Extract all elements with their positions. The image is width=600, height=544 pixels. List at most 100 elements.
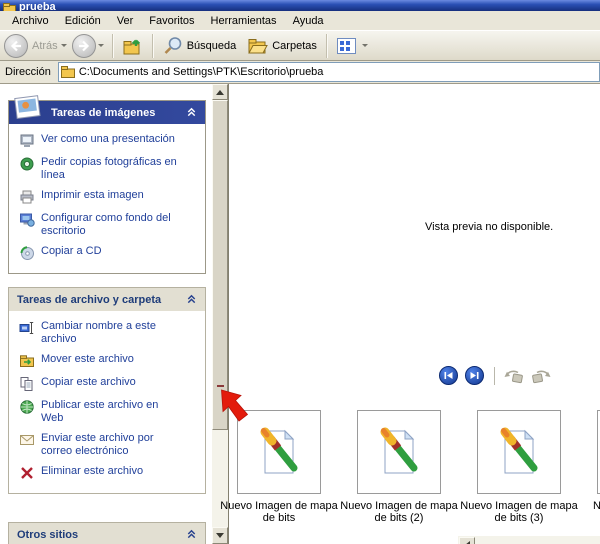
scroll-down-button[interactable] — [212, 527, 228, 544]
file-item-2[interactable]: Nuevo Imagen de mapa de bits (2) — [339, 410, 459, 524]
address-input-wrap — [57, 62, 600, 82]
task-label: Copiar a CD — [41, 245, 102, 257]
toolbar-separator — [111, 33, 114, 58]
task-label: Pedir copias fotográficas en línea — [41, 156, 177, 181]
slideshow-icon — [19, 133, 35, 149]
scrollbar-thumb[interactable] — [212, 100, 228, 430]
views-icon — [336, 37, 356, 54]
back-button[interactable] — [4, 33, 28, 58]
task-publish[interactable]: Publicar este archivo en Web — [19, 399, 201, 425]
triangle-up-icon — [216, 89, 224, 95]
preview-message: Vista previa no disponible. — [425, 221, 554, 233]
task-label: Copiar este archivo — [41, 376, 136, 388]
views-dropdown-caret[interactable] — [361, 44, 368, 47]
filmstrip-row: Nuevo Imagen de mapa de bits Nuevo Imagen… — [219, 410, 600, 524]
file-label: Nuevo Imagen de mapa de bits (2) — [340, 500, 458, 524]
address-input[interactable] — [78, 66, 599, 78]
forward-arrow-icon — [78, 40, 89, 51]
task-slideshow[interactable]: Ver como una presentación — [19, 133, 201, 149]
panel-body: Ver como una presentación Pedir copias fo… — [9, 124, 205, 273]
address-label: Dirección — [5, 66, 51, 78]
toolbar-separator — [151, 33, 154, 58]
annotation-arrow — [221, 389, 249, 422]
task-move[interactable]: Mover este archivo — [19, 353, 201, 369]
task-pane: Tareas de imágenes Ver como una presentac… — [0, 84, 212, 544]
rename-icon — [19, 320, 35, 336]
task-delete[interactable]: Eliminar este archivo — [19, 465, 201, 481]
task-photo-prints[interactable]: Pedir copias fotográficas en línea — [19, 156, 201, 182]
previous-image-button[interactable] — [439, 366, 458, 385]
publish-icon — [19, 399, 35, 415]
folders-icon — [248, 38, 269, 53]
panel-title: Tareas de imágenes — [51, 106, 156, 119]
chevron-up-icon — [186, 293, 197, 307]
rotate-counterclockwise-button[interactable] — [503, 368, 525, 384]
menu-item-edicion[interactable]: Edición — [57, 13, 109, 29]
triangle-down-icon — [216, 533, 224, 538]
file-thumbnail-box[interactable] — [357, 410, 441, 494]
panel-title: Tareas de archivo y carpeta — [17, 293, 162, 306]
file-thumbnail-box[interactable] — [477, 410, 561, 494]
bitmap-file-icon — [380, 427, 418, 474]
next-image-button[interactable] — [465, 366, 484, 385]
copy-icon — [19, 376, 35, 392]
back-arrow-icon — [10, 40, 21, 51]
toolbar-separator — [325, 33, 328, 58]
explorer-window: prueba Archivo Edición Ver Favoritos Herrami… — [0, 0, 600, 544]
task-copy[interactable]: Copiar este archivo — [19, 376, 201, 392]
panel-body: Cambiar nombre a este archivo Mover este … — [9, 311, 205, 493]
task-label: Eliminar este archivo — [41, 465, 144, 477]
menu-bar: Archivo Edición Ver Favoritos Herramientas Ay… — [0, 11, 600, 31]
window-folder-icon — [3, 3, 16, 11]
menu-item-ver[interactable]: Ver — [109, 13, 142, 29]
print-icon — [19, 189, 35, 205]
task-label: Enviar este archivo por correo electróni… — [41, 432, 154, 457]
task-print[interactable]: Imprimir esta imagen — [19, 189, 201, 205]
rotate-clockwise-button[interactable] — [530, 368, 552, 384]
window-title: prueba — [19, 1, 56, 11]
views-button[interactable] — [331, 36, 379, 56]
forward-button[interactable] — [71, 33, 96, 58]
panel-header-otros-sitios[interactable]: Otros sitios — [9, 523, 205, 544]
wallpaper-icon — [19, 212, 35, 228]
scroll-up-button[interactable] — [212, 84, 228, 100]
task-panel-tareas-de-imagenes: Tareas de imágenes Ver como una presentac… — [8, 95, 206, 274]
photo-prints-icon — [19, 156, 35, 172]
file-item-4-partial[interactable]: N — [579, 410, 600, 524]
main-region: Tareas de imágenes Ver como una presentac… — [0, 84, 600, 544]
menu-item-ayuda[interactable]: Ayuda — [285, 13, 332, 29]
panel-title: Otros sitios — [17, 528, 79, 541]
forward-dropdown-caret[interactable] — [97, 44, 104, 47]
search-icon — [164, 36, 181, 54]
next-icon — [470, 372, 479, 379]
panel-header-tareas-de-archivo-y-carpeta[interactable]: Tareas de archivo y carpeta — [9, 288, 205, 311]
scroll-left-button[interactable] — [459, 537, 475, 544]
address-bar: Dirección — [0, 61, 600, 84]
back-dropdown-caret[interactable] — [60, 44, 67, 47]
bitmap-file-icon — [500, 427, 538, 474]
search-button[interactable]: Búsqueda — [157, 34, 243, 58]
bitmap-file-icon — [260, 427, 298, 474]
task-label: Publicar este archivo en Web — [41, 399, 159, 424]
title-bar[interactable]: prueba — [0, 0, 600, 11]
up-button[interactable] — [117, 34, 149, 58]
toolbar-divider — [494, 366, 495, 385]
file-item-3[interactable]: Nuevo Imagen de mapa de bits (3) — [459, 410, 579, 524]
image-tasks-icon — [13, 94, 43, 121]
delete-icon — [19, 465, 35, 481]
folders-button[interactable]: Carpetas — [242, 34, 323, 58]
task-rename[interactable]: Cambiar nombre a este archivo — [19, 320, 201, 346]
horizontal-scrollbar[interactable] — [458, 536, 600, 544]
back-button-label: Atrás — [32, 39, 58, 52]
file-item-1[interactable]: Nuevo Imagen de mapa de bits — [219, 410, 339, 524]
address-folder-icon — [60, 66, 75, 78]
task-email[interactable]: Enviar este archivo por correo electróni… — [19, 432, 201, 458]
task-wallpaper[interactable]: Configurar como fondo del escritorio — [19, 212, 201, 238]
panel-header-tareas-de-imagenes[interactable]: Tareas de imágenes — [9, 95, 205, 124]
task-copy-cd[interactable]: Copiar a CD — [19, 245, 201, 261]
task-panel-otros-sitios: Otros sitiosEscritorioMis imágenesMi PC — [8, 522, 206, 544]
menu-item-archivo[interactable]: Archivo — [4, 13, 57, 29]
menu-item-herramientas[interactable]: Herramientas — [203, 13, 285, 29]
menu-item-favoritos[interactable]: Favoritos — [141, 13, 202, 29]
standard-toolbar: Atrás Búsqueda Carpetas — [0, 31, 600, 61]
